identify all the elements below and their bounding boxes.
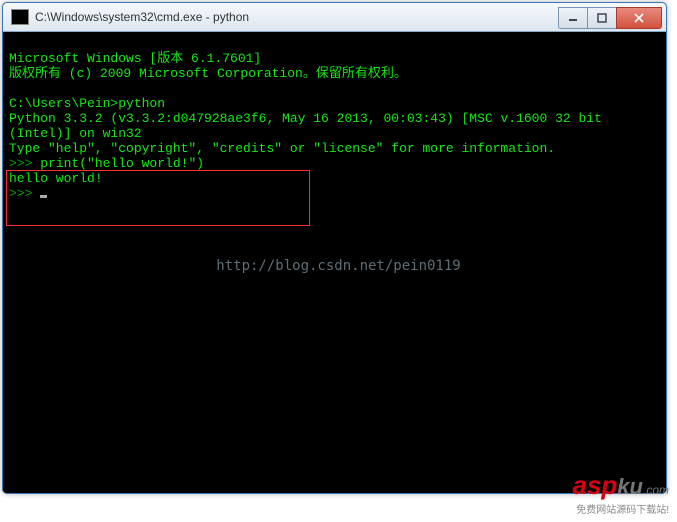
py-prompt: >>> — [9, 156, 40, 171]
terminal-area[interactable]: Microsoft Windows [版本 6.1.7601] 版权所有 (c)… — [3, 32, 666, 494]
close-button[interactable] — [616, 7, 662, 29]
term-line: Python 3.3.2 (v3.3.2:d047928ae3f6, May 1… — [9, 111, 610, 141]
minimize-icon — [568, 13, 578, 23]
cursor — [40, 195, 47, 198]
window-controls — [559, 7, 662, 27]
minimize-button[interactable] — [558, 7, 588, 29]
term-line: C:\Users\Pein>python — [9, 96, 165, 111]
titlebar[interactable]: C:\Windows\system32\cmd.exe - python — [3, 3, 666, 32]
close-icon — [633, 13, 645, 23]
term-line: 版权所有 (c) 2009 Microsoft Corporation。保留所有… — [9, 66, 407, 81]
py-input: print("hello world!") — [40, 156, 204, 171]
cmd-window: C:\Windows\system32\cmd.exe - python Mic… — [2, 2, 667, 494]
maximize-button[interactable] — [587, 7, 617, 29]
term-line: Microsoft Windows [版本 6.1.7601] — [9, 51, 261, 66]
py-prompt: >>> — [9, 186, 40, 201]
py-output: hello world! — [9, 171, 103, 186]
logo-subtitle: 免费网站源码下载站! — [572, 501, 669, 516]
maximize-icon — [597, 13, 607, 23]
cmd-icon — [11, 9, 29, 25]
window-title: C:\Windows\system32\cmd.exe - python — [35, 10, 559, 24]
term-line: Type "help", "copyright", "credits" or "… — [9, 141, 555, 156]
